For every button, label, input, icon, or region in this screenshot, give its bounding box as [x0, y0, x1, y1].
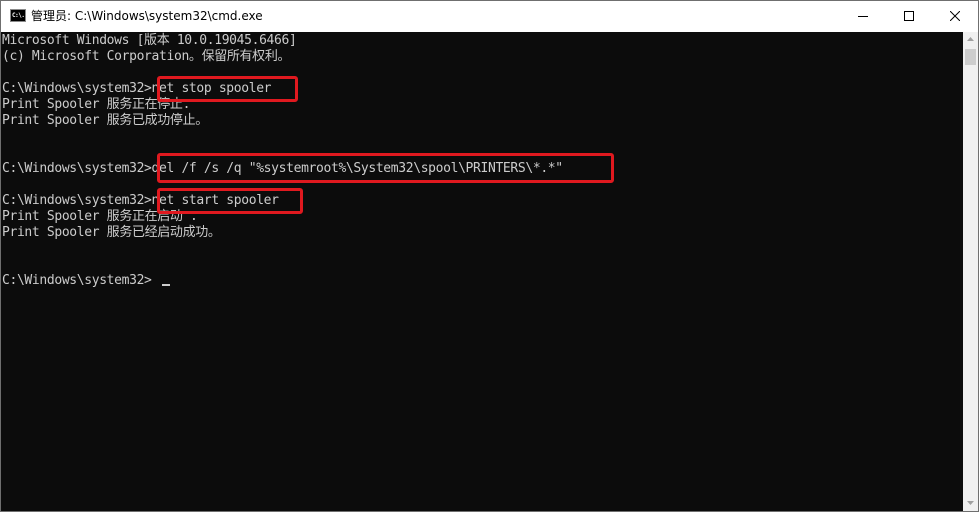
chevron-down-icon	[967, 501, 974, 505]
maximize-icon	[904, 11, 914, 21]
console-output[interactable]: Microsoft Windows [版本 10.0.19045.6466] (…	[1, 32, 963, 511]
title-bar[interactable]: C:\. 管理员: C:\Windows\system32\cmd.exe	[1, 1, 978, 32]
console-line: (c) Microsoft Corporation。保留所有权利。	[2, 49, 291, 64]
window-title: 管理员: C:\Windows\system32\cmd.exe	[31, 9, 263, 23]
highlight-box-del	[157, 153, 614, 183]
prompt-line: C:\Windows\system32>	[2, 273, 152, 288]
minimize-icon	[858, 16, 868, 17]
highlight-box-stop	[157, 76, 298, 102]
cmd-icon[interactable]: C:\.	[10, 9, 26, 22]
cmd-window: C:\. 管理员: C:\Windows\system32\cmd.exe Mi…	[0, 0, 979, 512]
console-line: Print Spooler 服务已经启动成功。	[2, 225, 221, 240]
text-cursor	[162, 284, 170, 286]
scroll-down-button[interactable]	[963, 497, 978, 511]
chevron-up-icon	[967, 37, 974, 41]
minimize-button[interactable]	[840, 1, 886, 32]
highlight-box-start	[157, 188, 303, 214]
console-line: Print Spooler 服务已成功停止。	[2, 113, 208, 128]
cmd-icon-text: C:\.	[12, 12, 25, 19]
vertical-scrollbar[interactable]	[963, 32, 978, 511]
close-button[interactable]	[932, 1, 978, 32]
close-icon	[950, 11, 960, 21]
scroll-thumb[interactable]	[965, 49, 976, 65]
maximize-button[interactable]	[886, 1, 932, 32]
console-line: Microsoft Windows [版本 10.0.19045.6466]	[2, 33, 297, 48]
scroll-up-button[interactable]	[963, 32, 978, 46]
